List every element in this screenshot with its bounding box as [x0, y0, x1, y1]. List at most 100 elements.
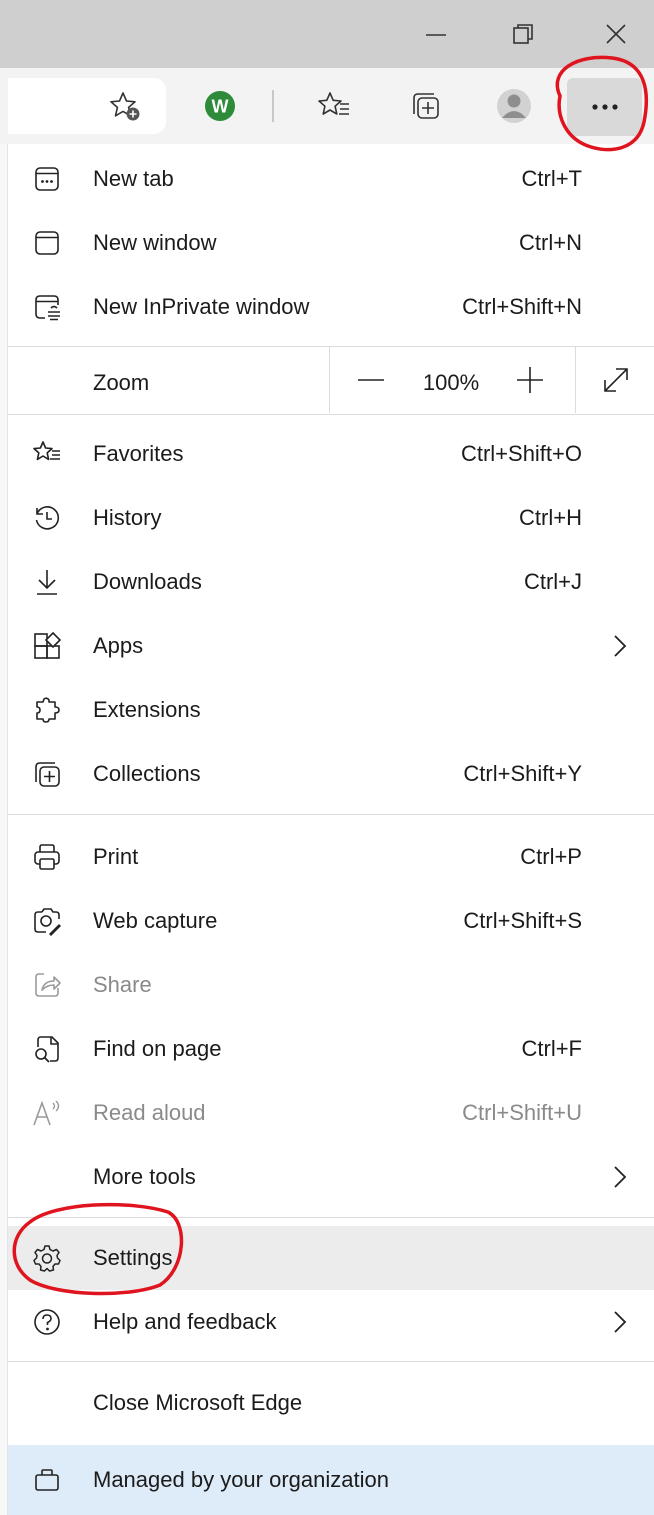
collections-icon [413, 93, 439, 119]
menu-item-help-and-feedback[interactable]: Help and feedback [8, 1290, 654, 1354]
collections-button[interactable] [400, 80, 452, 132]
chevron-right-icon [614, 635, 627, 657]
help-icon [32, 1307, 62, 1337]
settings-menu: New tab Ctrl+T New window Ctrl+N New InP… [8, 144, 654, 1515]
menu-item-print[interactable]: Print Ctrl+P [8, 825, 654, 889]
new-tab-icon [32, 164, 62, 194]
menu-label: Settings [93, 1245, 173, 1270]
find-on-page-icon [32, 1034, 62, 1064]
restore-button[interactable] [493, 6, 553, 62]
menu-item-new-inprivate-window[interactable]: New InPrivate window Ctrl+Shift+N [8, 275, 654, 339]
close-window-button[interactable] [586, 6, 646, 62]
minimize-button[interactable] [406, 6, 466, 62]
new-window-icon [32, 228, 62, 258]
favorites-button[interactable] [308, 80, 360, 132]
web-capture-icon [32, 906, 62, 936]
restore-icon [513, 24, 533, 44]
svg-text:W: W [212, 97, 229, 117]
chevron-right-icon [614, 1311, 627, 1333]
extension-w-icon: W [205, 91, 235, 121]
menu-item-downloads[interactable]: Downloads Ctrl+J [8, 550, 654, 614]
menu-label: New InPrivate window [93, 294, 310, 319]
settings-and-more-button[interactable] [567, 78, 642, 136]
more-icon [591, 104, 618, 110]
menu-item-more-tools[interactable]: More tools [8, 1145, 654, 1209]
menu-item-close-microsoft-edge[interactable]: Close Microsoft Edge [8, 1371, 654, 1435]
menu-label: History [93, 505, 162, 530]
history-icon [32, 503, 62, 533]
menu-item-collections[interactable]: Collections Ctrl+Shift+Y [8, 742, 654, 806]
menu-label: Extensions [93, 697, 201, 722]
menu-label: Read aloud [93, 1100, 206, 1125]
menu-shortcut: Ctrl+P [520, 844, 582, 869]
menu-shortcut: Ctrl+Shift+Y [463, 761, 582, 786]
menu-divider [8, 814, 654, 815]
menu-label: Close Microsoft Edge [93, 1390, 303, 1415]
menu-item-managed-by-organization[interactable]: Managed by your organization [8, 1445, 654, 1515]
menu-item-favorites[interactable]: Favorites Ctrl+Shift+O [8, 422, 654, 486]
menu-item-new-window[interactable]: New window Ctrl+N [8, 211, 654, 275]
menu-label: Collections [93, 761, 201, 786]
menu-item-apps[interactable]: Apps [8, 614, 654, 678]
menu-label: New window [93, 230, 217, 255]
menu-label: Find on page [93, 1036, 222, 1061]
zoom-row: Zoom 100% [8, 347, 654, 413]
menu-label: Favorites [93, 441, 184, 466]
menu-shortcut: Ctrl+N [519, 230, 582, 255]
fullscreen-button[interactable] [591, 355, 641, 405]
add-favorite-button[interactable] [99, 80, 151, 132]
menu-item-new-tab[interactable]: New tab Ctrl+T [8, 147, 654, 211]
menu-divider [8, 414, 654, 415]
star-add-icon [110, 92, 140, 121]
minus-icon [358, 379, 384, 381]
download-icon [32, 567, 62, 597]
profile-button[interactable] [488, 80, 540, 132]
menu-shortcut: Ctrl+Shift+U [462, 1100, 582, 1125]
menu-shortcut: Ctrl+T [521, 166, 583, 191]
zoom-level: 100% [422, 370, 480, 395]
avatar-icon [497, 89, 531, 123]
menu-item-find-on-page[interactable]: Find on page Ctrl+F [8, 1017, 654, 1081]
title-bar [0, 0, 654, 68]
extension-w-button[interactable]: W [194, 80, 246, 132]
menu-label: Share [93, 972, 152, 997]
menu-shortcut: Ctrl+H [519, 505, 582, 530]
menu-label: Print [93, 844, 139, 869]
gear-icon [32, 1243, 62, 1273]
menu-divider [8, 1217, 654, 1218]
menu-label: Downloads [93, 569, 202, 594]
menu-label: Managed by your organization [93, 1467, 389, 1492]
zoom-label: Zoom [93, 370, 150, 395]
menu-label: Apps [93, 633, 144, 658]
chevron-right-icon [614, 1166, 627, 1188]
menu-shortcut: Ctrl+Shift+O [460, 441, 582, 466]
menu-item-history[interactable]: History Ctrl+H [8, 486, 654, 550]
zoom-divider [575, 347, 576, 413]
zoom-in-button[interactable] [505, 355, 555, 405]
favorites-list-icon [318, 92, 349, 115]
toolbar-separator [272, 90, 274, 122]
zoom-divider [329, 347, 330, 413]
menu-label: New tab [93, 166, 174, 191]
inprivate-icon [32, 292, 62, 322]
menu-item-share[interactable]: Share [8, 953, 654, 1017]
menu-label: More tools [93, 1164, 196, 1189]
menu-label: Help and feedback [93, 1309, 277, 1334]
menu-shortcut: Ctrl+Shift+S [463, 908, 582, 933]
plus-icon [517, 367, 543, 393]
page-content-edge [0, 144, 8, 1515]
zoom-out-button[interactable] [346, 355, 396, 405]
close-icon [606, 24, 626, 44]
menu-item-settings[interactable]: Settings [8, 1226, 654, 1290]
browser-toolbar: W [0, 68, 654, 144]
menu-shortcut: Ctrl+J [523, 569, 582, 594]
share-icon [32, 970, 62, 1000]
menu-item-extensions[interactable]: Extensions [8, 678, 654, 742]
menu-shortcut: Ctrl+Shift+N [462, 294, 582, 319]
menu-item-web-capture[interactable]: Web capture Ctrl+Shift+S [8, 889, 654, 953]
menu-item-read-aloud[interactable]: Read aloud Ctrl+Shift+U [8, 1081, 654, 1145]
menu-label: Web capture [93, 908, 218, 933]
extensions-icon [32, 695, 62, 725]
briefcase-icon [32, 1465, 62, 1495]
print-icon [32, 842, 62, 872]
